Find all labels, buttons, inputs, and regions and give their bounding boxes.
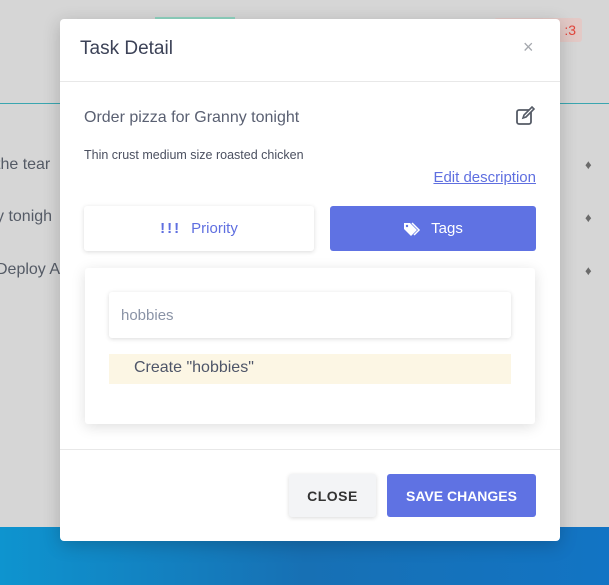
background-task-row: Deploy A bbox=[0, 261, 61, 278]
task-description: Thin crust medium size roasted chicken bbox=[84, 148, 304, 162]
tags-button[interactable]: Tags bbox=[330, 206, 536, 251]
tag-icon: ♦ bbox=[585, 263, 592, 278]
priority-button[interactable]: !!! Priority bbox=[84, 206, 314, 251]
modal-title: Task Detail bbox=[80, 38, 173, 59]
background-task-row: the tear bbox=[0, 156, 51, 173]
task-detail-modal: Task Detail × Order pizza for Granny ton… bbox=[60, 19, 560, 541]
background-task-row: y tonigh bbox=[0, 208, 53, 225]
tag-icon: ♦ bbox=[585, 157, 592, 172]
tags-icon bbox=[404, 221, 421, 236]
close-icon[interactable]: × bbox=[523, 37, 534, 58]
edit-description-link[interactable]: Edit description bbox=[433, 169, 536, 186]
priority-icon: !!! bbox=[160, 220, 182, 237]
edit-icon[interactable] bbox=[515, 106, 535, 126]
tags-panel: Create "hobbies" bbox=[85, 268, 535, 424]
close-button[interactable]: CLOSE bbox=[289, 474, 376, 517]
footer-divider bbox=[60, 449, 560, 450]
tag-icon: ♦ bbox=[585, 210, 592, 225]
save-changes-button[interactable]: SAVE CHANGES bbox=[387, 474, 536, 517]
tag-search-input[interactable] bbox=[109, 292, 511, 338]
header-divider bbox=[60, 81, 560, 82]
create-tag-option[interactable]: Create "hobbies" bbox=[109, 354, 511, 384]
task-name: Order pizza for Granny tonight bbox=[84, 109, 300, 126]
priority-label: Priority bbox=[191, 220, 238, 237]
tags-label: Tags bbox=[431, 220, 463, 237]
